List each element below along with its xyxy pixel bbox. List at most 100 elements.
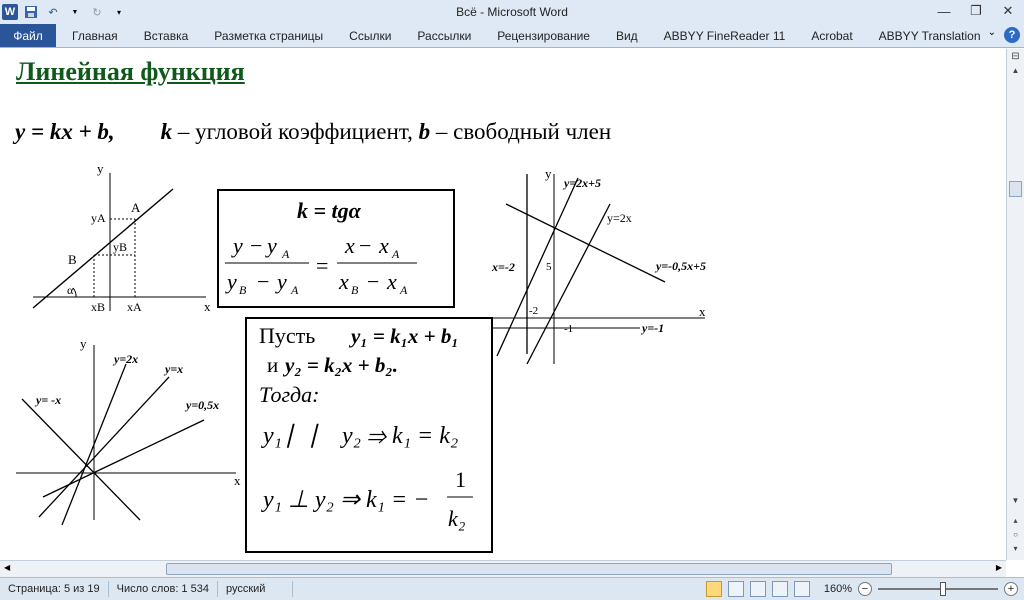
slope-diagram: x y A B yA yB xB xA α — [32, 161, 211, 314]
perpendicular-condition: y₁ ⊥ y₂ ⇒ k₁ = − — [261, 487, 429, 513]
line-label-x-minus-2: x=-2 — [491, 260, 515, 274]
parallel-condition: y₁ ⎸⎸ y₂ ⇒ k₁ = k₂ — [261, 423, 458, 449]
zoom-in-icon[interactable]: + — [1004, 582, 1018, 596]
tick-5: 5 — [546, 261, 552, 273]
xa-label: xA — [127, 300, 142, 314]
language-indicator[interactable]: русский — [218, 581, 293, 597]
minimize-ribbon-icon[interactable]: ⌄ — [988, 27, 996, 43]
tab-acrobat[interactable]: Acrobat — [798, 24, 865, 47]
ribbon-tabs: Файл Главная Вставка Разметка страницы С… — [0, 24, 1024, 48]
tab-abbyy-translation[interactable]: ABBYY Translation — [866, 24, 994, 47]
line-label-2x: y=2x — [607, 211, 632, 225]
fraction2-numerator-xa: x — [378, 233, 389, 258]
full-screen-reading-view-icon[interactable] — [727, 581, 744, 597]
yb-label: yB — [113, 240, 127, 254]
scroll-left-icon[interactable]: ◀ — [4, 563, 10, 572]
axis-y-label-3: y — [80, 337, 87, 351]
horizontal-scroll-thumb[interactable] — [166, 563, 892, 575]
next-page-icon[interactable]: ▾ — [1007, 541, 1024, 555]
web-layout-view-icon[interactable] — [749, 581, 766, 597]
word-count[interactable]: Число слов: 1 534 — [109, 581, 218, 597]
slope-formula-box: k = tgα y − y A y B − y A = x − x A x B … — [217, 189, 455, 308]
ruler-toggle-icon[interactable]: ⊟ — [1007, 49, 1024, 63]
sub-a-2: A — [290, 283, 299, 297]
document-heading: Линейная функция — [16, 57, 245, 86]
scroll-up-icon[interactable]: ▲ — [1007, 63, 1024, 77]
b-symbol: b — [418, 119, 431, 144]
word-logo-icon[interactable]: W — [2, 4, 18, 20]
zoom-slider-thumb[interactable] — [940, 582, 946, 596]
zoom-level[interactable]: 160% — [824, 583, 852, 595]
undo-icon[interactable]: ↶ — [44, 3, 62, 21]
point-b-label: B — [68, 252, 77, 267]
k-symbol: k — [160, 119, 173, 144]
minimize-button[interactable]: — — [928, 0, 960, 22]
customize-toolbar-icon[interactable]: ▾ — [110, 3, 128, 21]
xb-label: xB — [91, 300, 105, 314]
page-indicator[interactable]: Страница: 5 из 19 — [0, 581, 109, 597]
tab-page-layout[interactable]: Разметка страницы — [201, 24, 336, 47]
scroll-down-icon[interactable]: ▼ — [1007, 493, 1024, 507]
horizontal-scrollbar[interactable]: ◀ ▶ — [0, 560, 1006, 577]
fraction1-numerator-y: y — [231, 233, 243, 258]
restore-button[interactable]: ❐ — [960, 0, 992, 22]
equals-sign: = — [316, 253, 328, 278]
tick-minus-2: -2 — [529, 305, 538, 317]
linear-function-definition: y = kx + b, k – угловой коэффициент, b –… — [15, 119, 611, 145]
zoom-slider[interactable] — [878, 582, 998, 596]
title-bar: W ↶ ▼ ↻ ▾ Всё - Microsoft Word — ❐ ✕ — [0, 0, 1024, 24]
tab-insert[interactable]: Вставка — [131, 24, 202, 47]
tab-references[interactable]: Ссылки — [336, 24, 404, 47]
minus-sign: − — [250, 233, 262, 258]
redo-icon[interactable]: ↻ — [88, 3, 106, 21]
tab-view[interactable]: Вид — [603, 24, 651, 47]
tab-abbyy-finereader[interactable]: ABBYY FineReader 11 — [651, 24, 799, 47]
tab-file[interactable]: Файл — [0, 24, 56, 47]
and-text: и — [267, 353, 278, 377]
axis-x-label-2: x — [699, 304, 706, 319]
parallel-perpendicular-graphic: Пусть y₁ = k₁x + b₁ и y₂ = k₂x + b₂. Тог… — [259, 323, 473, 531]
fraction2-denominator-xb: x — [338, 269, 349, 294]
draft-view-icon[interactable] — [793, 581, 810, 597]
undo-dropdown-icon[interactable]: ▼ — [66, 3, 84, 21]
sub-a-1: A — [281, 247, 290, 261]
k-description: – угловой коэффициент, — [172, 119, 419, 144]
window-title: Всё - Microsoft Word — [456, 5, 568, 19]
axis-y-label-2: y — [545, 166, 552, 181]
previous-page-icon[interactable]: ▴ — [1007, 513, 1024, 527]
fraction2-numerator-x: x — [344, 233, 355, 258]
help-icon[interactable]: ? — [1004, 27, 1020, 43]
save-icon[interactable] — [22, 3, 40, 21]
vertical-scrollbar[interactable]: ⊟ ▲ ▼ ▴ ○ ▾ — [1006, 49, 1024, 560]
tab-mailings[interactable]: Рассылки — [404, 24, 484, 47]
line-label-y-minus-x: y= -x — [34, 393, 61, 407]
vertical-scroll-thumb[interactable] — [1009, 181, 1022, 197]
y-axis-label: y — [97, 161, 104, 176]
zoom-out-icon[interactable]: − — [858, 582, 872, 596]
sub-b-1: B — [239, 283, 247, 297]
line-label-y-x: y=x — [163, 362, 183, 376]
slope-formula-graphic: k = tgα y − y A y B − y A = x − x A x B … — [225, 198, 417, 297]
equation-1: y₁ = k₁x + b₁ — [348, 324, 459, 348]
parallel-perpendicular-box: Пусть y₁ = k₁x + b₁ и y₂ = k₂x + b₂. Тог… — [245, 317, 493, 553]
then-text: Тогда: — [259, 382, 319, 407]
fraction1-numerator-ya: y — [265, 233, 277, 258]
line-label-y-2x: y=2x — [112, 352, 138, 366]
tab-home[interactable]: Главная — [56, 24, 131, 47]
print-layout-view-icon[interactable] — [705, 581, 722, 597]
general-formula: y = kx + b, — [15, 119, 115, 144]
close-button[interactable]: ✕ — [992, 0, 1024, 22]
sub-a-4: A — [399, 283, 408, 297]
tab-review[interactable]: Рецензирование — [484, 24, 603, 47]
outline-view-icon[interactable] — [771, 581, 788, 597]
origin-lines-diagram: x y y=2x y=x y=0,5x y= -x — [16, 337, 241, 526]
fraction-denominator-k2: k₂ — [448, 506, 466, 531]
browse-object-icon[interactable]: ○ — [1007, 527, 1024, 541]
line-label-minus-half-x-plus-5: y=-0,5x+5 — [654, 259, 706, 273]
scroll-right-icon[interactable]: ▶ — [996, 563, 1002, 572]
minus-sign-4: − — [367, 269, 379, 294]
axis-x-label-3: x — [234, 473, 241, 488]
minus-sign-3: − — [359, 233, 371, 258]
point-a-label: A — [131, 200, 141, 215]
document-page[interactable]: Линейная функция y = kx + b, k – угловой… — [0, 49, 1006, 560]
